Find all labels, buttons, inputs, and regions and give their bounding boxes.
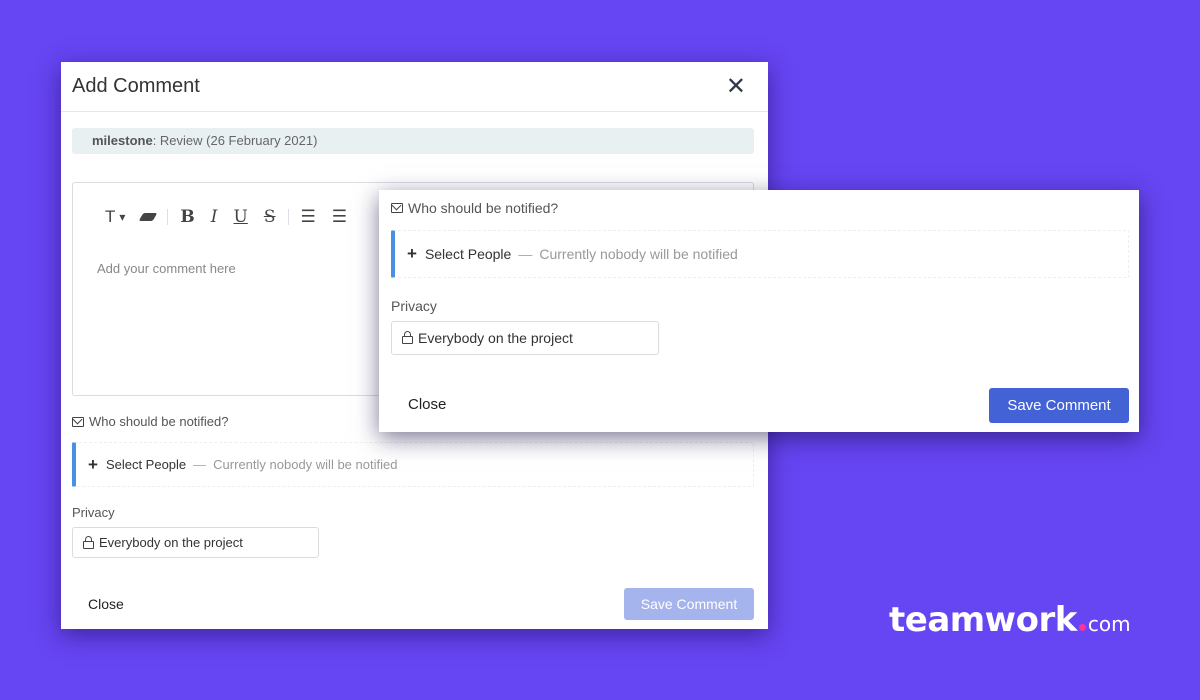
logo-dot <box>1078 624 1086 631</box>
numbered-list-button[interactable]: ☰ <box>324 207 355 227</box>
milestone-label: milestone <box>92 133 153 148</box>
milestone-value: : Review (26 February 2021) <box>152 133 318 148</box>
select-people-field[interactable]: + Select People — Currently nobody will … <box>391 230 1129 278</box>
toolbar-divider <box>167 209 169 225</box>
plus-icon: + <box>407 244 417 263</box>
text-style-button[interactable]: T ▾ <box>97 207 133 227</box>
eraser-button[interactable] <box>133 213 163 221</box>
notify-hint: Currently nobody will be notified <box>539 246 738 262</box>
logo-wordmark: teamwork <box>889 600 1077 640</box>
notify-label: Who should be notified? <box>72 414 228 429</box>
modal-title: Add Comment <box>72 75 200 97</box>
modal-header: Add Comment ✕ <box>61 62 768 112</box>
numbered-list-icon: ☰ <box>331 207 347 226</box>
envelope-icon <box>391 203 403 213</box>
notify-label-text: Who should be notified? <box>408 200 559 216</box>
privacy-select[interactable]: Everybody on the project <box>72 527 319 558</box>
privacy-label: Privacy <box>391 298 437 314</box>
privacy-value: Everybody on the project <box>418 330 573 346</box>
teamwork-logo: teamwork com <box>889 600 1131 640</box>
bullet-list-icon: ☰ <box>300 207 316 226</box>
text-style-icon: T <box>105 207 116 226</box>
lock-icon <box>402 331 413 344</box>
underline-button[interactable]: U <box>226 207 256 227</box>
privacy-label: Privacy <box>72 505 115 520</box>
strikethrough-button[interactable]: S <box>256 207 284 227</box>
separator-dash: — <box>518 246 533 262</box>
bold-button[interactable]: B <box>172 207 202 227</box>
notification-panel-zoomed: Who should be notified? + Select People … <box>379 190 1139 432</box>
italic-button[interactable]: I <box>203 207 226 227</box>
lock-icon <box>83 535 94 549</box>
close-icon[interactable]: ✕ <box>726 74 746 99</box>
toolbar-divider <box>287 209 289 225</box>
milestone-info: milestone: Review (26 February 2021) <box>72 128 754 154</box>
select-people-label[interactable]: Select People <box>425 246 511 262</box>
logo-tld: com <box>1087 612 1131 636</box>
notify-hint: Currently nobody will be notified <box>213 457 398 472</box>
select-people-field[interactable]: + Select People — Currently nobody will … <box>72 442 754 487</box>
select-people-label[interactable]: Select People <box>106 457 186 472</box>
bullet-list-button[interactable]: ☰ <box>293 207 324 227</box>
notify-label-text: Who should be notified? <box>89 414 229 429</box>
privacy-select[interactable]: Everybody on the project <box>391 321 659 355</box>
notify-label: Who should be notified? <box>391 200 558 216</box>
close-button[interactable]: Close <box>408 396 446 413</box>
save-comment-button[interactable]: Save Comment <box>989 388 1129 423</box>
privacy-value: Everybody on the project <box>99 535 243 550</box>
plus-icon: + <box>88 454 98 474</box>
envelope-icon <box>72 416 84 427</box>
eraser-icon <box>139 213 158 221</box>
chevron-down-icon: ▾ <box>119 210 126 224</box>
editor-toolbar: T ▾ B I U S ☰ ☰ <box>97 207 355 227</box>
separator-dash: — <box>193 457 207 472</box>
editor-placeholder[interactable]: Add your comment here <box>97 261 236 276</box>
save-comment-button[interactable]: Save Comment <box>624 588 754 620</box>
close-button[interactable]: Close <box>88 596 124 612</box>
